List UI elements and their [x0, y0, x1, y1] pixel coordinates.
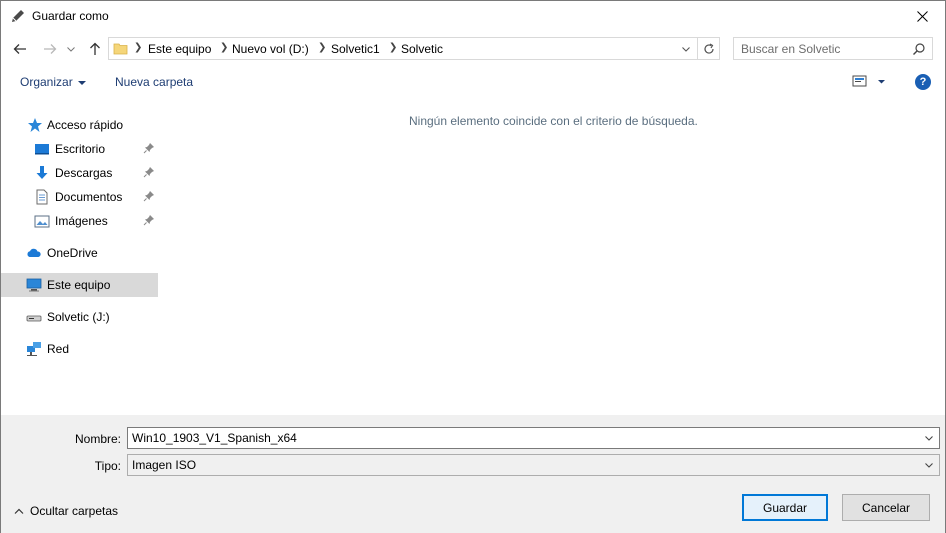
breadcrumb-item[interactable]: Solvetic1: [331, 42, 380, 56]
forward-button[interactable]: [39, 38, 61, 60]
file-type-select[interactable]: Imagen ISO: [127, 454, 940, 476]
sidebar-item-label: OneDrive: [47, 246, 98, 260]
command-toolbar: Organizar Nueva carpeta: [1, 67, 945, 97]
network-icon: [26, 341, 42, 357]
document-icon: [34, 189, 50, 205]
back-button[interactable]: [9, 38, 31, 60]
sidebar-item-pictures[interactable]: Imágenes: [1, 209, 158, 233]
file-name-value[interactable]: Win10_1903_V1_Spanish_x64: [132, 431, 297, 445]
save-button[interactable]: Guardar: [742, 494, 828, 521]
up-button[interactable]: [84, 38, 106, 60]
address-dropdown-icon[interactable]: [679, 42, 693, 56]
dialog-title: Guardar como: [32, 9, 109, 23]
pencil-icon: [10, 8, 26, 24]
chevron-down-icon: [67, 46, 75, 52]
chevron-down-icon: [923, 459, 935, 471]
folder-icon: [113, 41, 128, 56]
view-options-icon: [852, 75, 885, 87]
recent-locations-button[interactable]: [63, 38, 79, 60]
refresh-icon: [703, 42, 714, 54]
sidebar-item-label: Red: [47, 342, 70, 356]
file-name-field[interactable]: Win10_1903_V1_Spanish_x64: [127, 427, 940, 449]
sidebar-item-this-pc[interactable]: Este equipo: [1, 273, 158, 297]
caret-down-icon: [77, 80, 86, 85]
sidebar-item-downloads[interactable]: Descargas: [1, 161, 158, 185]
sidebar-item-documents[interactable]: Documentos: [1, 185, 158, 209]
hide-folders-toggle[interactable]: Ocultar carpetas: [14, 504, 118, 518]
chevron-down-icon[interactable]: [923, 432, 935, 444]
sidebar-item-quick-access[interactable]: Acceso rápido: [1, 113, 158, 137]
sidebar-item-label: Escritorio: [55, 142, 106, 156]
cancel-button[interactable]: Cancelar: [842, 494, 930, 521]
file-name-label: Nombre:: [74, 432, 121, 446]
pictures-icon: [34, 213, 50, 229]
help-button[interactable]: ?: [915, 74, 931, 90]
drive-icon: [26, 309, 42, 325]
breadcrumb-item[interactable]: Solvetic: [401, 42, 443, 56]
empty-results-message: Ningún elemento coincide con el criterio…: [409, 114, 698, 128]
sidebar-item-label: Descargas: [55, 166, 113, 180]
title-bar: Guardar como: [1, 1, 945, 32]
sidebar-item-label: Documentos: [55, 190, 123, 204]
computer-icon: [26, 277, 42, 293]
new-folder-button[interactable]: Nueva carpeta: [115, 75, 193, 89]
pin-icon: [143, 142, 155, 154]
refresh-button[interactable]: [698, 37, 720, 60]
address-bar[interactable]: ❯ Este equipo ❯ Nuevo vol (D:) ❯ Solveti…: [108, 37, 698, 60]
sidebar-item-network[interactable]: Red: [1, 337, 158, 361]
breadcrumb-item[interactable]: Este equipo: [148, 42, 211, 56]
search-icon: [912, 42, 926, 56]
organize-label: Organizar: [20, 75, 73, 89]
up-arrow-icon: [90, 42, 100, 55]
sidebar-item-drive-j[interactable]: Solvetic (J:): [1, 305, 158, 329]
sidebar-item-onedrive[interactable]: OneDrive: [1, 241, 158, 265]
desktop-icon: [34, 141, 50, 157]
search-box[interactable]: Buscar en Solvetic: [733, 37, 933, 60]
back-arrow-icon: [13, 44, 26, 54]
breadcrumb-separator-icon: ❯: [318, 42, 327, 53]
sidebar-item-label: Imágenes: [55, 214, 108, 228]
breadcrumb-separator-icon: ❯: [389, 42, 398, 53]
star-icon: [27, 117, 43, 133]
sidebar-item-label: Solvetic (J:): [47, 310, 110, 324]
close-icon: [916, 11, 928, 22]
chevron-up-icon: [14, 504, 24, 518]
hide-folders-label: Ocultar carpetas: [30, 504, 119, 518]
sidebar-item-label: Acceso rápido: [47, 118, 124, 132]
sidebar-item-desktop[interactable]: Escritorio: [1, 137, 158, 161]
file-type-value: Imagen ISO: [132, 458, 197, 472]
pin-icon: [143, 214, 155, 226]
search-input[interactable]: Buscar en Solvetic: [741, 42, 840, 56]
breadcrumb-separator-icon: ❯: [220, 42, 229, 53]
sidebar-item-label: Este equipo: [47, 278, 111, 292]
save-as-dialog: Guardar como ❯ Este equipo ❯ Nuevo vol (…: [0, 0, 946, 533]
change-view-button[interactable]: [852, 74, 888, 90]
navigation-pane: Acceso rápido Escritorio Descargas Docum…: [1, 109, 158, 409]
close-button[interactable]: [899, 1, 945, 32]
file-type-label: Tipo:: [94, 459, 121, 473]
organize-menu[interactable]: Organizar: [20, 75, 86, 89]
pin-icon: [143, 166, 155, 178]
breadcrumb-item[interactable]: Nuevo vol (D:): [232, 42, 309, 56]
download-icon: [34, 165, 50, 181]
breadcrumb-separator-icon: ❯: [134, 42, 143, 53]
cloud-icon: [26, 245, 42, 261]
pin-icon: [143, 190, 155, 202]
forward-arrow-icon: [44, 44, 57, 54]
